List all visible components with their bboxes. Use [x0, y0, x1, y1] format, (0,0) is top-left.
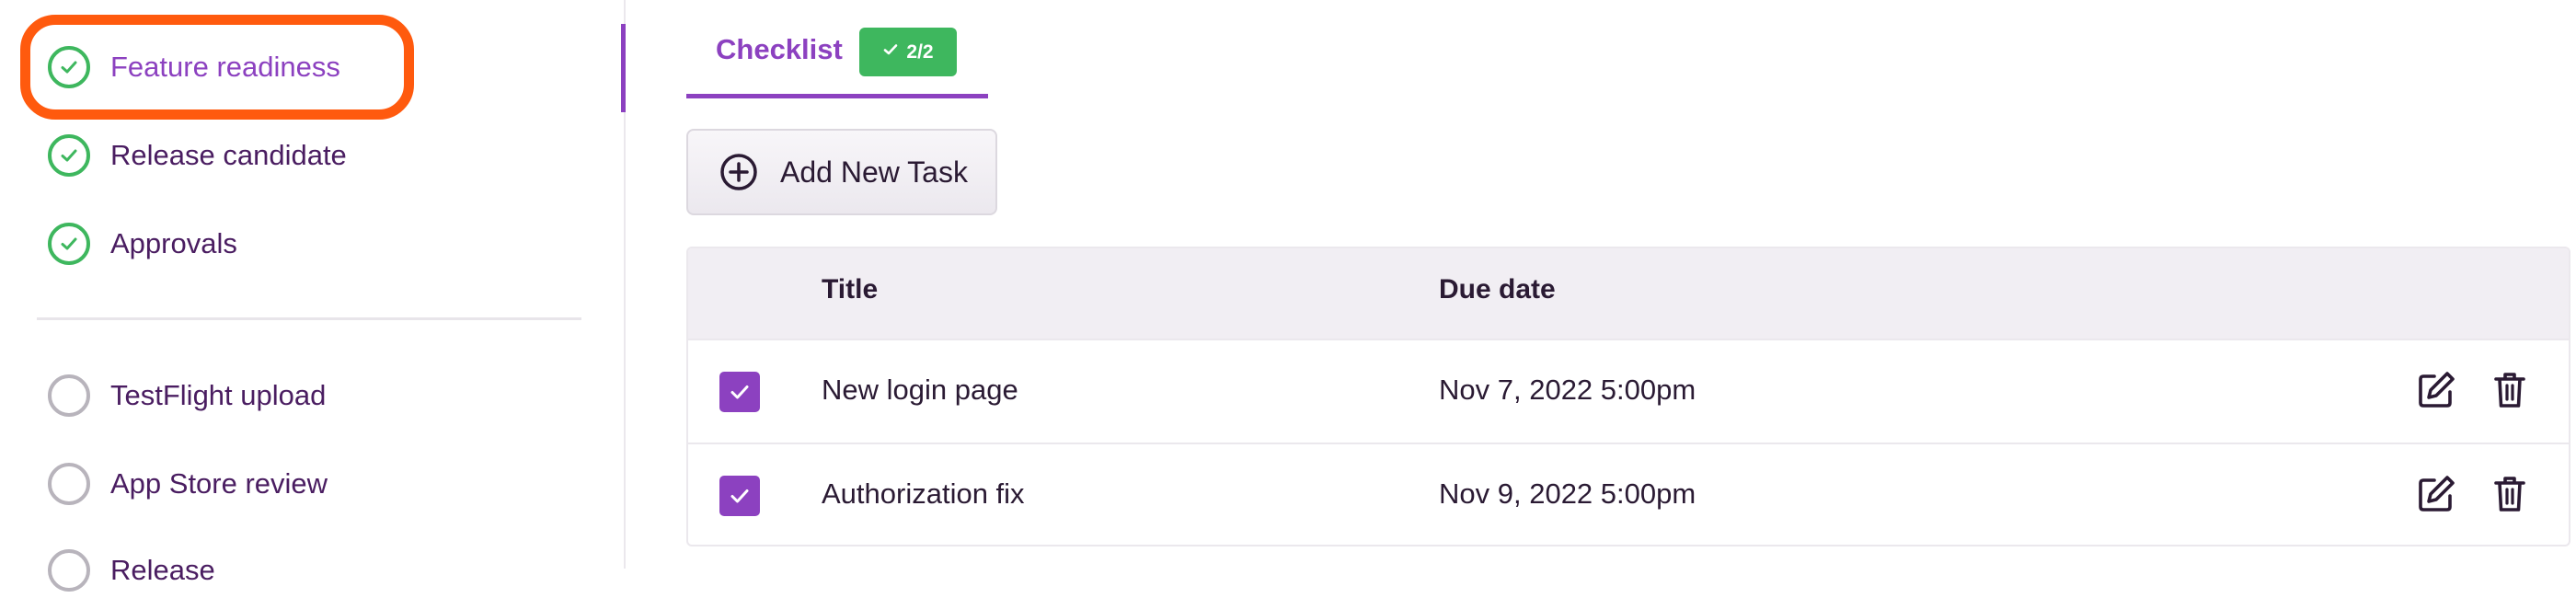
- check-icon: [882, 41, 899, 63]
- add-new-task-button[interactable]: Add New Task: [686, 129, 997, 215]
- column-header-due-date: Due date: [1439, 274, 1556, 305]
- sidebar-item-label: Release: [110, 554, 215, 586]
- trash-icon[interactable]: [2488, 472, 2532, 516]
- sidebar-item-release[interactable]: Release: [48, 543, 215, 598]
- plus-circle-icon: [719, 153, 758, 191]
- sidebar-item-release-candidate[interactable]: Release candidate: [48, 128, 347, 183]
- tab-underline: [686, 94, 988, 98]
- check-circle-icon: [48, 134, 90, 177]
- edit-icon[interactable]: [2414, 368, 2458, 412]
- check-circle-icon: [48, 223, 90, 265]
- table-header: Title Due date: [688, 248, 2569, 339]
- sidebar: Feature readiness Release candidate Appr…: [0, 0, 624, 592]
- sidebar-item-label: Approvals: [110, 227, 237, 259]
- task-checkbox[interactable]: [719, 476, 760, 516]
- active-step-indicator: [621, 24, 626, 112]
- empty-circle-icon: [48, 374, 90, 417]
- empty-circle-icon: [48, 549, 90, 592]
- tab-label: Checklist: [716, 33, 843, 65]
- table-row: Authorization fix Nov 9, 2022 5:00pm: [688, 443, 2569, 545]
- sidebar-item-testflight-upload[interactable]: TestFlight upload: [48, 368, 326, 423]
- trash-icon[interactable]: [2488, 368, 2532, 412]
- task-due-date: Nov 9, 2022 5:00pm: [1439, 477, 1696, 510]
- empty-circle-icon: [48, 463, 90, 505]
- sidebar-item-approvals[interactable]: Approvals: [48, 216, 237, 271]
- sidebar-item-label: TestFlight upload: [110, 379, 327, 411]
- edit-icon[interactable]: [2414, 472, 2458, 516]
- column-header-title: Title: [822, 274, 879, 305]
- table-row: New login page Nov 7, 2022 5:00pm: [688, 339, 2569, 444]
- task-checkbox[interactable]: [719, 372, 760, 412]
- check-circle-icon: [48, 46, 90, 88]
- task-title: Authorization fix: [822, 477, 1025, 510]
- progress-badge: 2/2: [859, 28, 957, 76]
- sidebar-item-label: App Store review: [110, 467, 328, 500]
- sidebar-item-feature-readiness[interactable]: Feature readiness: [48, 40, 340, 95]
- add-new-task-label: Add New Task: [780, 155, 968, 189]
- sidebar-item-label: Feature readiness: [110, 51, 340, 83]
- tab-checklist[interactable]: Checklist 2/2: [686, 28, 988, 101]
- task-table: Title Due date New login page Nov 7, 202…: [686, 247, 2570, 546]
- sidebar-item-label: Release candidate: [110, 139, 347, 171]
- task-due-date: Nov 7, 2022 5:00pm: [1439, 374, 1696, 406]
- sidebar-item-app-store-review[interactable]: App Store review: [48, 456, 328, 512]
- task-title: New login page: [822, 374, 1018, 406]
- sidebar-divider: [37, 317, 581, 320]
- badge-count: 2/2: [906, 40, 934, 63]
